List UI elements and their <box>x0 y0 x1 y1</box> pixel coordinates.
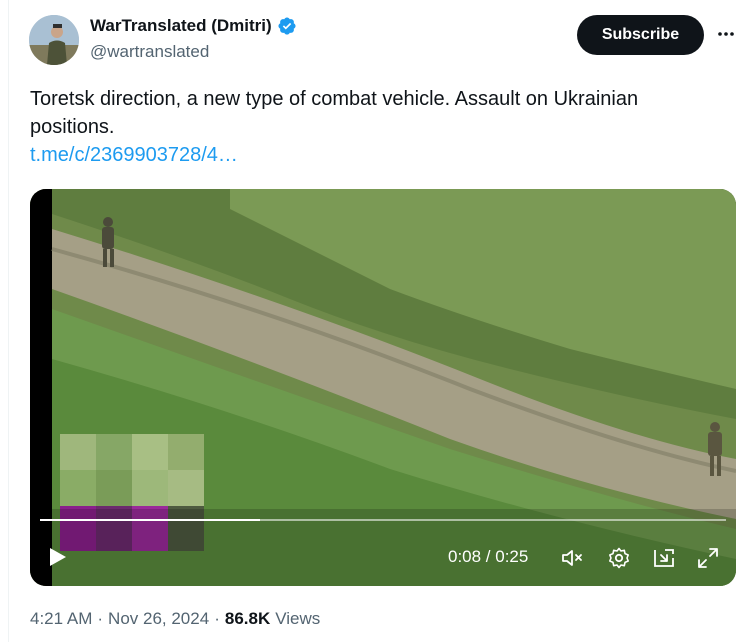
author-display-name[interactable]: WarTranslated (Dmitri) <box>90 16 272 36</box>
post-meta: 4:21 AM · Nov 26, 2024 · 86.8K Views <box>30 609 320 629</box>
more-horizontal-icon[interactable] <box>716 24 736 44</box>
meta-separator: · <box>97 609 104 628</box>
avatar[interactable] <box>29 15 79 65</box>
settings-gear-icon[interactable] <box>607 546 631 570</box>
play-icon[interactable] <box>46 546 68 568</box>
popout-icon[interactable] <box>652 546 676 570</box>
post-date[interactable]: Nov 26, 2024 <box>108 609 209 629</box>
mute-icon[interactable] <box>560 546 584 570</box>
meta-separator: · <box>214 609 220 628</box>
views-count: 86.8K <box>224 609 271 628</box>
video-player[interactable]: 0:08 / 0:25 <box>30 189 736 586</box>
views-label: Views <box>275 609 321 628</box>
timeline-divider <box>8 0 9 642</box>
tweet-text: Toretsk direction, a new type of combat … <box>30 88 639 138</box>
post-time[interactable]: 4:21 AM <box>30 609 92 629</box>
fullscreen-icon[interactable] <box>696 546 720 570</box>
video-progress-bar[interactable] <box>40 519 726 521</box>
video-time: 0:08 / 0:25 <box>448 547 529 566</box>
subscribe-button[interactable]: Subscribe <box>577 15 704 55</box>
verified-badge-icon <box>278 17 296 35</box>
video-frame <box>30 189 736 586</box>
tweet-link[interactable]: t.me/c/2369903728/4… <box>30 144 238 167</box>
author-name-row: WarTranslated (Dmitri) <box>90 16 297 36</box>
author-handle[interactable]: @wartranslated <box>90 42 209 62</box>
video-progress-fill <box>40 519 260 521</box>
